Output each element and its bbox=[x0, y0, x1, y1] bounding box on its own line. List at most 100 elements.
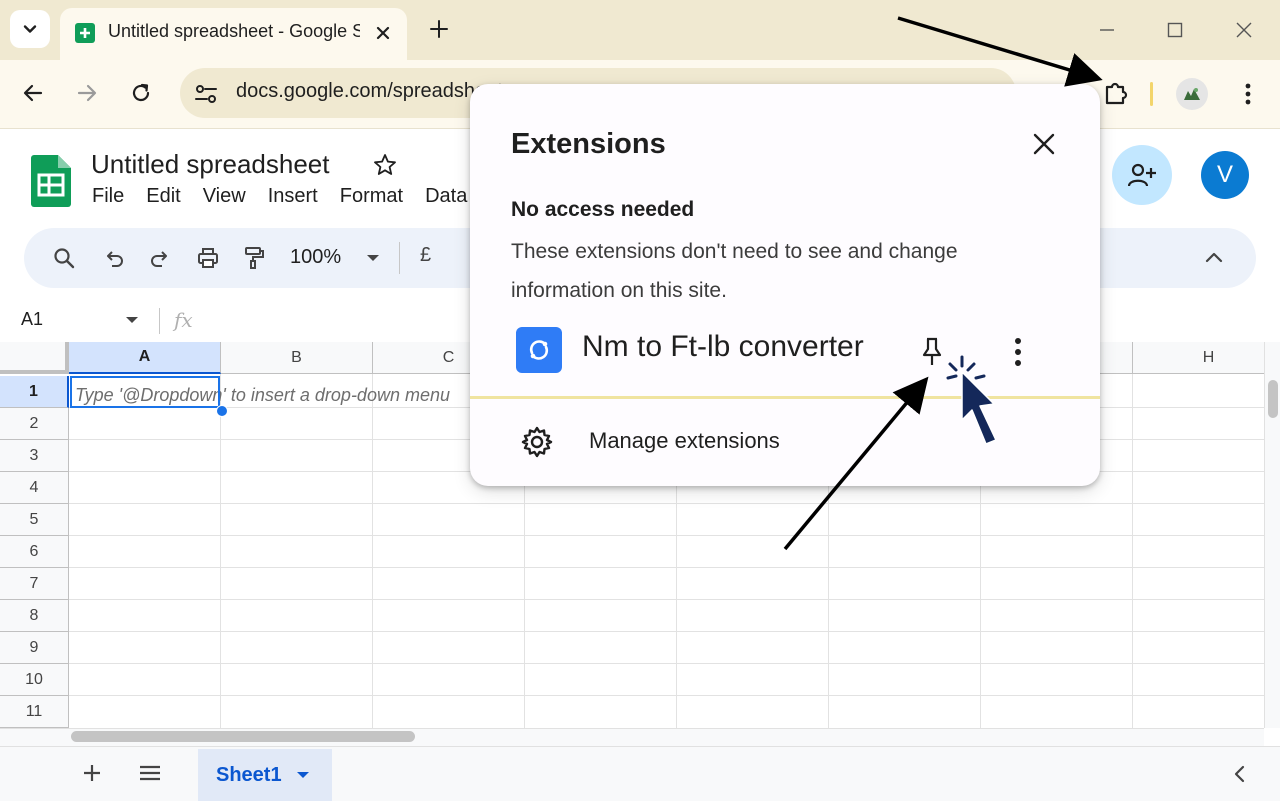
toolbar-separator bbox=[399, 242, 400, 274]
grid-line bbox=[69, 663, 1264, 664]
sheet-tab-sheet1[interactable]: Sheet1 bbox=[198, 749, 332, 801]
close-window-button[interactable] bbox=[1226, 12, 1262, 48]
grid-line bbox=[1132, 374, 1133, 728]
new-tab-button[interactable] bbox=[424, 14, 454, 44]
tab-search-button[interactable] bbox=[10, 10, 50, 48]
sheet-tab-label: Sheet1 bbox=[216, 763, 282, 786]
sheet-tab-bar: Sheet1 bbox=[0, 746, 1280, 801]
redo-button[interactable] bbox=[140, 238, 180, 278]
puzzle-icon bbox=[1105, 82, 1128, 105]
row-header-9[interactable]: 9 bbox=[0, 632, 69, 664]
extension-icon bbox=[516, 327, 562, 373]
manage-extensions-row[interactable]: Manage extensions bbox=[470, 408, 1100, 474]
print-icon bbox=[198, 248, 218, 268]
reload-icon bbox=[132, 83, 150, 102]
tab-strip: Untitled spreadsheet - Google Sheets bbox=[0, 0, 1280, 60]
popup-divider bbox=[470, 396, 1100, 399]
browser-tab[interactable]: Untitled spreadsheet - Google Sheets bbox=[60, 8, 407, 60]
format-as-currency-button[interactable]: £ bbox=[420, 244, 431, 267]
menu-view[interactable]: View bbox=[203, 185, 246, 208]
menu-data[interactable]: Data bbox=[425, 185, 467, 208]
column-header-b[interactable]: B bbox=[221, 342, 373, 374]
select-all-corner[interactable] bbox=[0, 342, 69, 374]
minimize-button[interactable] bbox=[1089, 12, 1125, 48]
grid-line bbox=[69, 695, 1264, 696]
profile-picture-icon bbox=[1184, 88, 1200, 100]
grid-line bbox=[69, 503, 1264, 504]
row-header-7[interactable]: 7 bbox=[0, 568, 69, 600]
row-header-3[interactable]: 3 bbox=[0, 440, 69, 472]
undo-icon bbox=[107, 251, 123, 267]
chevron-left-icon bbox=[1234, 765, 1245, 783]
extension-more-button[interactable] bbox=[1002, 334, 1034, 370]
close-icon bbox=[1236, 22, 1252, 38]
popup-close-button[interactable] bbox=[1026, 126, 1062, 162]
undo-button[interactable] bbox=[94, 238, 134, 278]
back-button[interactable] bbox=[13, 73, 53, 113]
redo-icon bbox=[151, 251, 167, 267]
reload-button[interactable] bbox=[121, 73, 161, 113]
document-title[interactable]: Untitled spreadsheet bbox=[91, 149, 329, 180]
row-header-4[interactable]: 4 bbox=[0, 472, 69, 504]
search-menus-button[interactable] bbox=[44, 238, 84, 278]
manage-extensions-label: Manage extensions bbox=[589, 428, 780, 453]
gear-icon bbox=[520, 425, 554, 459]
vertical-scroll-thumb[interactable] bbox=[1268, 380, 1278, 418]
account-avatar[interactable]: V bbox=[1201, 151, 1249, 199]
row-header-8[interactable]: 8 bbox=[0, 600, 69, 632]
row-header-10[interactable]: 10 bbox=[0, 664, 69, 696]
extensions-button[interactable] bbox=[1096, 74, 1136, 114]
horizontal-scroll-thumb[interactable] bbox=[71, 731, 415, 742]
site-settings-icon[interactable] bbox=[192, 80, 220, 108]
pin-extension-button[interactable] bbox=[914, 334, 950, 370]
star-icon[interactable] bbox=[373, 153, 397, 177]
menu-insert[interactable]: Insert bbox=[268, 185, 318, 208]
caret-down-icon[interactable] bbox=[124, 312, 140, 328]
extension-row[interactable]: Nm to Ft-lb converter bbox=[470, 316, 1100, 386]
print-button[interactable] bbox=[188, 238, 228, 278]
caret-down-icon[interactable] bbox=[296, 770, 310, 780]
share-button[interactable] bbox=[1112, 145, 1172, 205]
row-header-2[interactable]: 2 bbox=[0, 408, 69, 440]
chevron-down-icon bbox=[23, 25, 37, 33]
minimize-icon bbox=[1100, 29, 1114, 31]
selected-cell-a1[interactable] bbox=[70, 376, 220, 408]
paint-format-icon bbox=[245, 247, 264, 269]
column-header-h[interactable]: H bbox=[1133, 342, 1264, 374]
popup-title: Extensions bbox=[511, 128, 666, 160]
menu-bar: File Edit View Insert Format Data bbox=[92, 185, 489, 208]
row-header-11[interactable]: 11 bbox=[0, 696, 69, 728]
sheets-logo-icon[interactable] bbox=[31, 155, 71, 207]
fx-icon: fx bbox=[174, 308, 193, 332]
row-header-6[interactable]: 6 bbox=[0, 536, 69, 568]
vertical-scrollbar[interactable] bbox=[1264, 342, 1280, 728]
menu-file[interactable]: File bbox=[92, 185, 124, 208]
menu-edit[interactable]: Edit bbox=[146, 185, 180, 208]
chrome-menu-button[interactable] bbox=[1228, 74, 1268, 114]
column-header-a[interactable]: A bbox=[69, 342, 221, 374]
grid-line bbox=[69, 567, 1264, 568]
add-person-icon bbox=[1128, 163, 1156, 187]
tab-close-button[interactable] bbox=[370, 20, 396, 46]
plus-icon bbox=[84, 765, 100, 781]
horizontal-scrollbar[interactable] bbox=[0, 728, 1264, 747]
zoom-select[interactable]: 100% bbox=[290, 246, 341, 269]
menu-format[interactable]: Format bbox=[340, 185, 403, 208]
grid-line bbox=[69, 631, 1264, 632]
sheets-favicon-icon bbox=[74, 22, 96, 44]
profile-avatar-button[interactable] bbox=[1176, 78, 1208, 110]
side-panel-toggle[interactable] bbox=[1226, 761, 1252, 787]
maximize-button[interactable] bbox=[1157, 12, 1193, 48]
name-box[interactable]: A1 bbox=[21, 309, 43, 330]
all-sheets-button[interactable] bbox=[136, 759, 164, 787]
extension-name: Nm to Ft-lb converter bbox=[582, 330, 864, 363]
caret-down-icon[interactable] bbox=[366, 248, 380, 268]
paint-format-button[interactable] bbox=[234, 238, 274, 278]
more-vert-icon bbox=[1015, 338, 1021, 366]
row-header-5[interactable]: 5 bbox=[0, 504, 69, 536]
hide-menus-button[interactable] bbox=[1194, 238, 1234, 278]
forward-button[interactable] bbox=[67, 73, 107, 113]
fill-handle[interactable] bbox=[216, 405, 228, 417]
row-header-1[interactable]: 1 bbox=[0, 376, 69, 408]
add-sheet-button[interactable] bbox=[78, 759, 106, 787]
